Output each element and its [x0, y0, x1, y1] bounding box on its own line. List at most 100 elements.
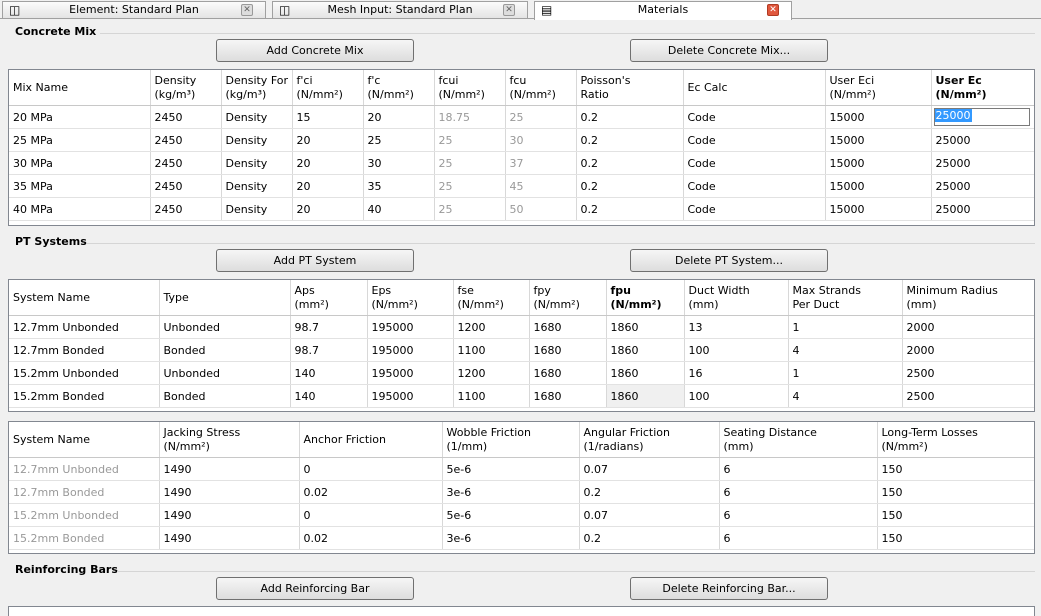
tab-mesh-input[interactable]: ◫ Mesh Input: Standard Plan ✕ — [272, 1, 528, 18]
table-cell[interactable]: Density — [221, 174, 293, 198]
column-header[interactable]: fpy (N/mm²) — [529, 280, 607, 316]
table-cell[interactable]: 3e-6 — [442, 526, 580, 550]
table-cell[interactable]: 150 — [877, 503, 1034, 527]
close-icon[interactable]: ✕ — [241, 4, 253, 16]
column-header[interactable]: Type — [159, 280, 291, 316]
column-header[interactable]: Long-Term Losses (N/mm²) — [877, 422, 1034, 458]
table-cell[interactable]: 100 — [684, 384, 789, 408]
table-cell[interactable]: Unbonded — [159, 361, 291, 385]
table-cell[interactable]: Unbonded — [159, 315, 291, 339]
tab-materials[interactable]: ▤ Materials ✕ — [534, 1, 792, 20]
table-cell[interactable]: 6 — [719, 503, 878, 527]
table-cell[interactable]: 2450 — [150, 197, 222, 221]
table-cell[interactable]: 1860 — [606, 338, 685, 362]
column-header[interactable]: Seating Distance (mm) — [719, 422, 878, 458]
column-header[interactable]: System Name — [9, 422, 160, 458]
column-header[interactable]: Aps (mm²) — [290, 280, 368, 316]
table-cell[interactable]: 150 — [877, 526, 1034, 550]
table-row[interactable]: 15.2mm Bonded Bonded 140 195000 1100 168… — [9, 384, 1034, 408]
table-row[interactable]: 15.2mm Unbonded Unbonded 140 195000 1200… — [9, 361, 1034, 385]
table-row[interactable]: 15.2mm Unbonded 1490 0 5e-6 0.07 6 150 — [9, 503, 1034, 527]
delete-reinforcing-bar-button[interactable]: Delete Reinforcing Bar... — [630, 577, 828, 600]
table-row[interactable]: 15.2mm Bonded 1490 0.02 3e-6 0.2 6 150 — [9, 526, 1034, 550]
table-cell[interactable]: 35 — [363, 174, 435, 198]
table-cell[interactable]: 20 — [292, 197, 364, 221]
table-cell[interactable]: 140 — [290, 361, 368, 385]
table-cell[interactable]: 1100 — [453, 384, 530, 408]
column-header[interactable]: Jacking Stress (N/mm²) — [159, 422, 300, 458]
table-cell[interactable]: Code — [683, 151, 826, 175]
table-row[interactable]: 20 MPa 2450 Density 15 20 18.75 25 0.2 C… — [9, 105, 1034, 129]
table-cell[interactable]: 25000 — [931, 128, 1034, 152]
table-cell[interactable]: Code — [683, 174, 826, 198]
table-cell[interactable]: 0.2 — [579, 480, 720, 504]
table-cell[interactable]: 40 — [363, 197, 435, 221]
column-header[interactable]: Minimum Radius (mm) — [902, 280, 1034, 316]
table-row[interactable]: 12.7mm Bonded Bonded 98.7 195000 1100 16… — [9, 338, 1034, 362]
table-cell[interactable]: 35 MPa — [9, 174, 151, 198]
table-row[interactable]: 30 MPa 2450 Density 20 30 25 37 0.2 Code… — [9, 151, 1034, 175]
table-cell[interactable]: 15000 — [825, 174, 932, 198]
table-cell[interactable]: 195000 — [367, 338, 454, 362]
table-cell[interactable]: 1490 — [159, 503, 300, 527]
table-cell[interactable]: 15000 — [825, 197, 932, 221]
table-cell[interactable]: 4 — [788, 338, 903, 362]
table-cell[interactable]: Density — [221, 151, 293, 175]
table-cell[interactable]: 0 — [299, 503, 443, 527]
table-cell[interactable]: 25000 — [931, 174, 1034, 198]
table-cell[interactable]: 2450 — [150, 128, 222, 152]
table-cell[interactable]: Code — [683, 105, 826, 129]
table-cell[interactable]: 2500 — [902, 361, 1034, 385]
table-cell[interactable]: 15000 — [825, 151, 932, 175]
table-cell[interactable]: 0.2 — [576, 197, 684, 221]
table-row[interactable]: 12.7mm Unbonded Unbonded 98.7 195000 120… — [9, 315, 1034, 339]
table-cell[interactable]: 16 — [684, 361, 789, 385]
column-header[interactable]: Ec Calc — [683, 70, 826, 106]
table-cell[interactable]: 0.2 — [576, 128, 684, 152]
table-cell[interactable]: 1680 — [529, 384, 607, 408]
table-cell[interactable]: 20 MPa — [9, 105, 151, 129]
table-cell[interactable]: 98.7 — [290, 315, 368, 339]
table-cell[interactable]: 5e-6 — [442, 503, 580, 527]
table-cell[interactable]: 15000 — [825, 128, 932, 152]
table-cell[interactable]: 0.02 — [299, 526, 443, 550]
table-cell[interactable]: 20 — [363, 105, 435, 129]
tab-element-plan[interactable]: ◫ Element: Standard Plan ✕ — [2, 1, 266, 18]
column-header[interactable]: Poisson's Ratio — [576, 70, 684, 106]
table-cell[interactable]: 40 MPa — [9, 197, 151, 221]
table-cell[interactable]: Code — [683, 197, 826, 221]
column-header[interactable]: fpu (N/mm²) — [606, 280, 685, 316]
column-header[interactable]: Wobble Friction (1/mm) — [442, 422, 580, 458]
table-cell[interactable]: 1860 — [606, 315, 685, 339]
delete-concrete-mix-button[interactable]: Delete Concrete Mix... — [630, 39, 828, 62]
table-cell[interactable]: 25 MPa — [9, 128, 151, 152]
table-row[interactable]: 12.7mm Unbonded 1490 0 5e-6 0.07 6 150 — [9, 457, 1034, 481]
table-cell[interactable]: 5e-6 — [442, 457, 580, 481]
table-row[interactable]: 12.7mm Bonded 1490 0.02 3e-6 0.2 6 150 — [9, 480, 1034, 504]
table-cell[interactable]: 25000 — [931, 105, 1034, 129]
table-cell[interactable]: 150 — [877, 457, 1034, 481]
table-cell[interactable]: Density — [221, 105, 293, 129]
column-header[interactable]: fcui (N/mm²) — [434, 70, 506, 106]
table-cell[interactable]: 1680 — [529, 338, 607, 362]
cell-editor-input[interactable]: 25000 — [933, 108, 1030, 126]
close-icon[interactable]: ✕ — [767, 4, 779, 16]
table-row[interactable]: 40 MPa 2450 Density 20 40 25 50 0.2 Code… — [9, 197, 1034, 221]
table-cell[interactable]: 195000 — [367, 315, 454, 339]
column-header[interactable]: Max Strands Per Duct — [788, 280, 903, 316]
column-header[interactable]: f'c (N/mm²) — [363, 70, 435, 106]
delete-pt-system-button[interactable]: Delete PT System... — [630, 249, 828, 272]
table-cell[interactable]: 12.7mm Unbonded — [9, 315, 160, 339]
table-cell[interactable]: 15000 — [825, 105, 932, 129]
table-cell[interactable]: 20 — [292, 174, 364, 198]
table-cell[interactable]: 1860 — [606, 384, 685, 408]
close-icon[interactable]: ✕ — [503, 4, 515, 16]
table-cell[interactable]: 1680 — [529, 361, 607, 385]
table-cell[interactable]: 0.07 — [579, 503, 720, 527]
table-cell[interactable]: 140 — [290, 384, 368, 408]
table-cell[interactable]: 1490 — [159, 526, 300, 550]
column-header[interactable]: System Name — [9, 280, 160, 316]
table-cell[interactable]: 1100 — [453, 338, 530, 362]
table-cell[interactable]: 1200 — [453, 361, 530, 385]
table-cell[interactable]: 1490 — [159, 457, 300, 481]
